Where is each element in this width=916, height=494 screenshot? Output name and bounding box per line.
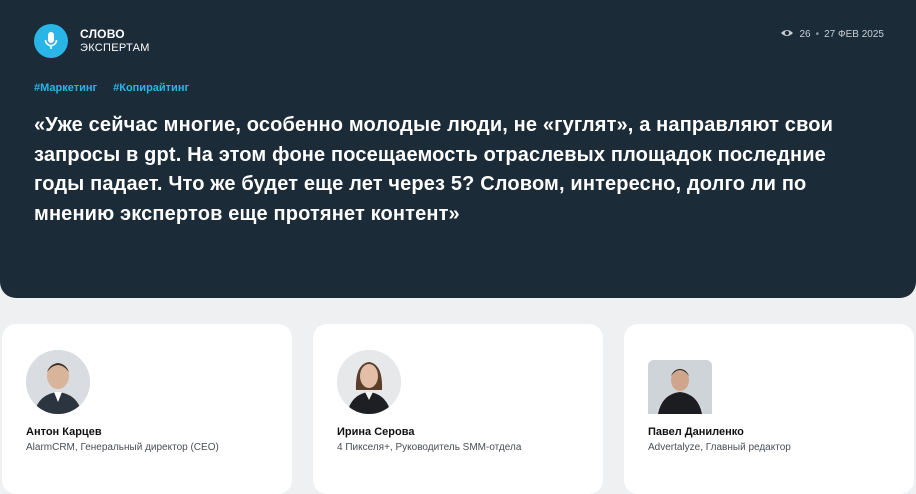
meta-separator: • [815, 29, 820, 40]
expert-role: Advertalyze, Главный редактор [648, 442, 791, 453]
eye-icon [780, 28, 794, 41]
tag-marketing[interactable]: #Маркетинг [34, 82, 97, 94]
expert-role: 4 Пикселя+, Руководитель SMM-отдела [337, 442, 522, 453]
microphone-icon [34, 24, 68, 58]
brand-logo[interactable]: СЛОВО ЭКСПЕРТАМ [34, 24, 150, 58]
question-quote: «Уже сейчас многие, особенно молодые люд… [34, 114, 834, 225]
expert-role: AlarmCRM, Генеральный директор (CEO) [26, 442, 219, 453]
post-meta: 26 • 27 ФЕВ 2025 [780, 28, 884, 41]
tag-list: #Маркетинг #Копирайтинг [34, 82, 189, 94]
avatar [26, 350, 90, 414]
brand-title: СЛОВО [80, 27, 125, 41]
hero-panel: СЛОВО ЭКСПЕРТАМ 26 • 27 ФЕВ 2025 #Маркет… [0, 0, 916, 298]
expert-name: Антон Карцев [26, 426, 102, 438]
avatar [648, 360, 712, 414]
avatar [337, 350, 401, 414]
expert-name: Ирина Серова [337, 426, 415, 438]
views-count: 26 [799, 29, 811, 40]
expert-name: Павел Даниленко [648, 426, 744, 438]
tag-copywriting[interactable]: #Копирайтинг [113, 82, 189, 94]
brand-subtitle: ЭКСПЕРТАМ [80, 42, 150, 54]
post-date: 27 ФЕВ 2025 [824, 29, 884, 40]
